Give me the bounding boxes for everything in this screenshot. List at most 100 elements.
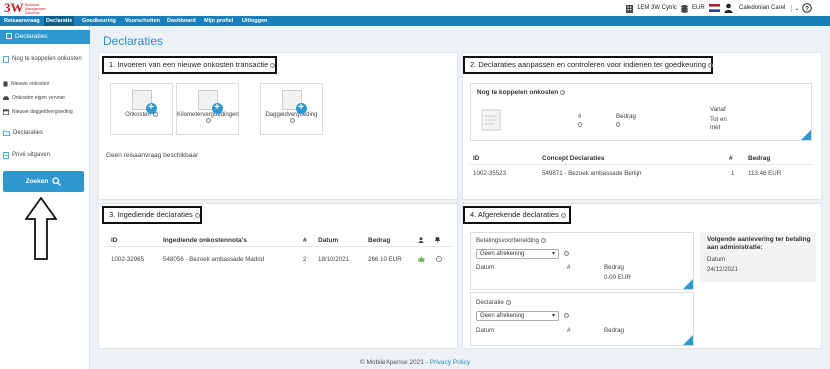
sidebar-item-nieuwe-onkosten[interactable]: Nieuwe onkosten <box>3 81 49 87</box>
cell-bedrag: 113.46 EUR <box>748 170 782 177</box>
section4-header: 4. Afgerekende declaraties? <box>463 206 571 224</box>
section3-header: 3. Ingediende declaraties? <box>102 206 202 224</box>
calendar-document-icon: + <box>281 90 307 114</box>
sidebar-item-label: Declaraties <box>13 130 44 136</box>
tile-onkosten[interactable]: + Onkosten? <box>110 83 173 135</box>
volgende-title: Volgende aanlevering ter betaling aan ad… <box>707 236 811 251</box>
count-value: 0 <box>578 122 582 129</box>
info-icon[interactable]: ? <box>505 299 511 305</box>
footer: © MobileXpense 2021 - Privacy Policy <box>0 359 830 366</box>
info-icon[interactable]: ? <box>270 62 276 68</box>
volgende-aanlevering-panel: Volgende aanlevering ter betaling aan ad… <box>700 232 816 282</box>
cell-bedrag: 266.10 EUR <box>368 256 402 263</box>
tile-daggeldvergoeding[interactable]: + Daggeldvergoeding? <box>260 83 323 135</box>
sidebar-item-label: Nog te koppelen onkosten <box>12 56 82 62</box>
company-logo[interactable]: 3W Business Management Solutions <box>4 1 64 16</box>
nav-goedkeuring[interactable]: Goedkeuring <box>82 16 116 26</box>
corner-link-icon[interactable] <box>683 279 693 289</box>
th-id: ID <box>111 237 118 244</box>
nav-voorschotten[interactable]: Voorschotten <box>125 16 160 26</box>
nav-declaratie[interactable]: Declaratie <box>44 16 75 26</box>
tile-label: Onkosten <box>125 112 151 119</box>
card-ingediende-declaraties <box>98 203 458 349</box>
nav-uitloggen[interactable]: Uitloggen <box>242 16 267 26</box>
corner-link-icon[interactable] <box>801 130 811 140</box>
sidebar-item-onkosten-eigen-vervoer[interactable]: Onkosten eigen vervoer. <box>3 95 66 101</box>
wallet-icon <box>3 152 9 159</box>
info-icon[interactable]: ? <box>560 212 566 218</box>
top-bar: 3W Business Management Solutions 1EM 3W … <box>0 0 830 16</box>
info-icon[interactable]: ? <box>564 251 569 256</box>
info-icon[interactable]: ? <box>194 212 200 218</box>
nog-te-koppelen-title: Nog te koppelen onkosten? <box>477 89 566 96</box>
betaling-label-text: Betalingsvoorbereiding <box>476 237 539 244</box>
th-bedrag: Bedrag <box>748 155 771 162</box>
nav-mijn-profiel[interactable]: Mijn profiel <box>204 16 233 26</box>
grid-icon <box>6 33 12 40</box>
section1-header: 1. Invoeren van een nieuwe onkosten tran… <box>102 56 277 74</box>
info-icon[interactable]: ? <box>708 62 713 68</box>
volgende-datum: 24/12/2021 <box>707 266 738 273</box>
vanaf-label: Vanaf <box>710 106 726 113</box>
col-count: # <box>567 264 571 271</box>
company-selector[interactable]: 1EM 3W Cytric <box>625 2 677 14</box>
thumbs-up-icon <box>418 256 425 262</box>
car-document-icon: + <box>197 90 223 114</box>
help-button[interactable]: ? <box>802 2 812 14</box>
cell-count: 1 <box>731 170 735 177</box>
coins-icon <box>681 4 688 13</box>
cell-datum: 18/10/2021 <box>318 256 349 263</box>
sidebar-item-nieuwe-daggeldvergoeding[interactable]: Nieuwe daggeldvergoeding <box>3 109 73 115</box>
plus-icon: + <box>145 103 157 114</box>
page-title: Declaraties <box>103 34 164 48</box>
user-menu[interactable]: Caledonian Carel ⌄ <box>724 2 799 14</box>
info-icon[interactable]: i <box>436 256 442 262</box>
receipt-icon <box>3 81 8 87</box>
sidebar-item-nog-te-koppelen[interactable]: Nog te koppelen onkosten <box>3 55 83 63</box>
th-count: # <box>729 155 733 162</box>
betaling-select[interactable]: Geen afrekening <box>476 249 559 259</box>
up-arrow-annotation-icon <box>25 197 57 260</box>
table-divider <box>470 164 812 165</box>
th-bedrag: Bedrag <box>368 237 391 244</box>
section2-title: 2. Declaraties aanpassen en controleren … <box>470 60 706 69</box>
nav-dashboard[interactable]: Dashboard <box>167 16 196 26</box>
nog-te-koppelen-card[interactable]: Nog te koppelen onkosten? # Bedrag 0 0 V… <box>470 83 812 141</box>
sidebar-item-prive-uitgaven[interactable]: Privé uitgaven <box>3 151 50 159</box>
building-icon <box>626 4 633 13</box>
section2-header: 2. Declaraties aanpassen en controleren … <box>463 56 713 74</box>
currency-selector[interactable]: EUR <box>680 2 705 14</box>
svg-text:?: ? <box>805 5 809 12</box>
info-icon[interactable]: ? <box>564 313 569 318</box>
zoeken-button[interactable]: Zoeken <box>3 171 84 192</box>
col-datum: Datum <box>476 327 495 334</box>
privacy-policy-link[interactable]: Privacy Policy <box>430 359 470 366</box>
th-id: ID <box>473 155 480 162</box>
copyright-text: © MobileXpense 2021 - <box>359 359 428 366</box>
volgende-datum-label: Datum <box>707 256 726 263</box>
tile-kilometervergoedingen[interactable]: + Kilometervergoedingen? <box>176 83 239 135</box>
declaratie-select[interactable]: Geen afrekening <box>476 311 559 321</box>
info-icon[interactable]: ? <box>206 118 211 123</box>
plus-icon: + <box>211 103 223 114</box>
count-label: # <box>578 113 582 120</box>
info-icon[interactable]: ? <box>290 118 295 123</box>
info-icon[interactable]: ? <box>540 237 546 243</box>
declaratie-card: Declaratie? Geen afrekening ? Datum # Be… <box>470 292 694 346</box>
amount-value: 0 <box>616 122 620 129</box>
sidebar-item-label: Nieuwe onkosten <box>11 81 50 87</box>
sidebar-item-label: Nieuwe daggeldvergoeding <box>12 109 73 115</box>
tot-en-met-label: Tot en met <box>710 116 727 131</box>
sidebar-item-declaraties[interactable]: Declaraties <box>3 129 43 137</box>
language-selector[interactable] <box>709 2 720 14</box>
question-icon: ? <box>802 3 812 13</box>
currency-code: EUR <box>692 5 705 11</box>
info-icon[interactable]: ? <box>560 89 566 95</box>
col-count: # <box>567 327 571 334</box>
corner-link-icon[interactable] <box>683 335 693 345</box>
sidebar-item-declaraties-active[interactable]: Declaraties <box>0 30 90 44</box>
folder-icon <box>3 130 10 136</box>
user-icon <box>724 3 733 13</box>
nav-reisaanvraag[interactable]: Reisaanvraag <box>4 16 40 26</box>
declaratie-label-text: Declaratie <box>476 299 504 306</box>
